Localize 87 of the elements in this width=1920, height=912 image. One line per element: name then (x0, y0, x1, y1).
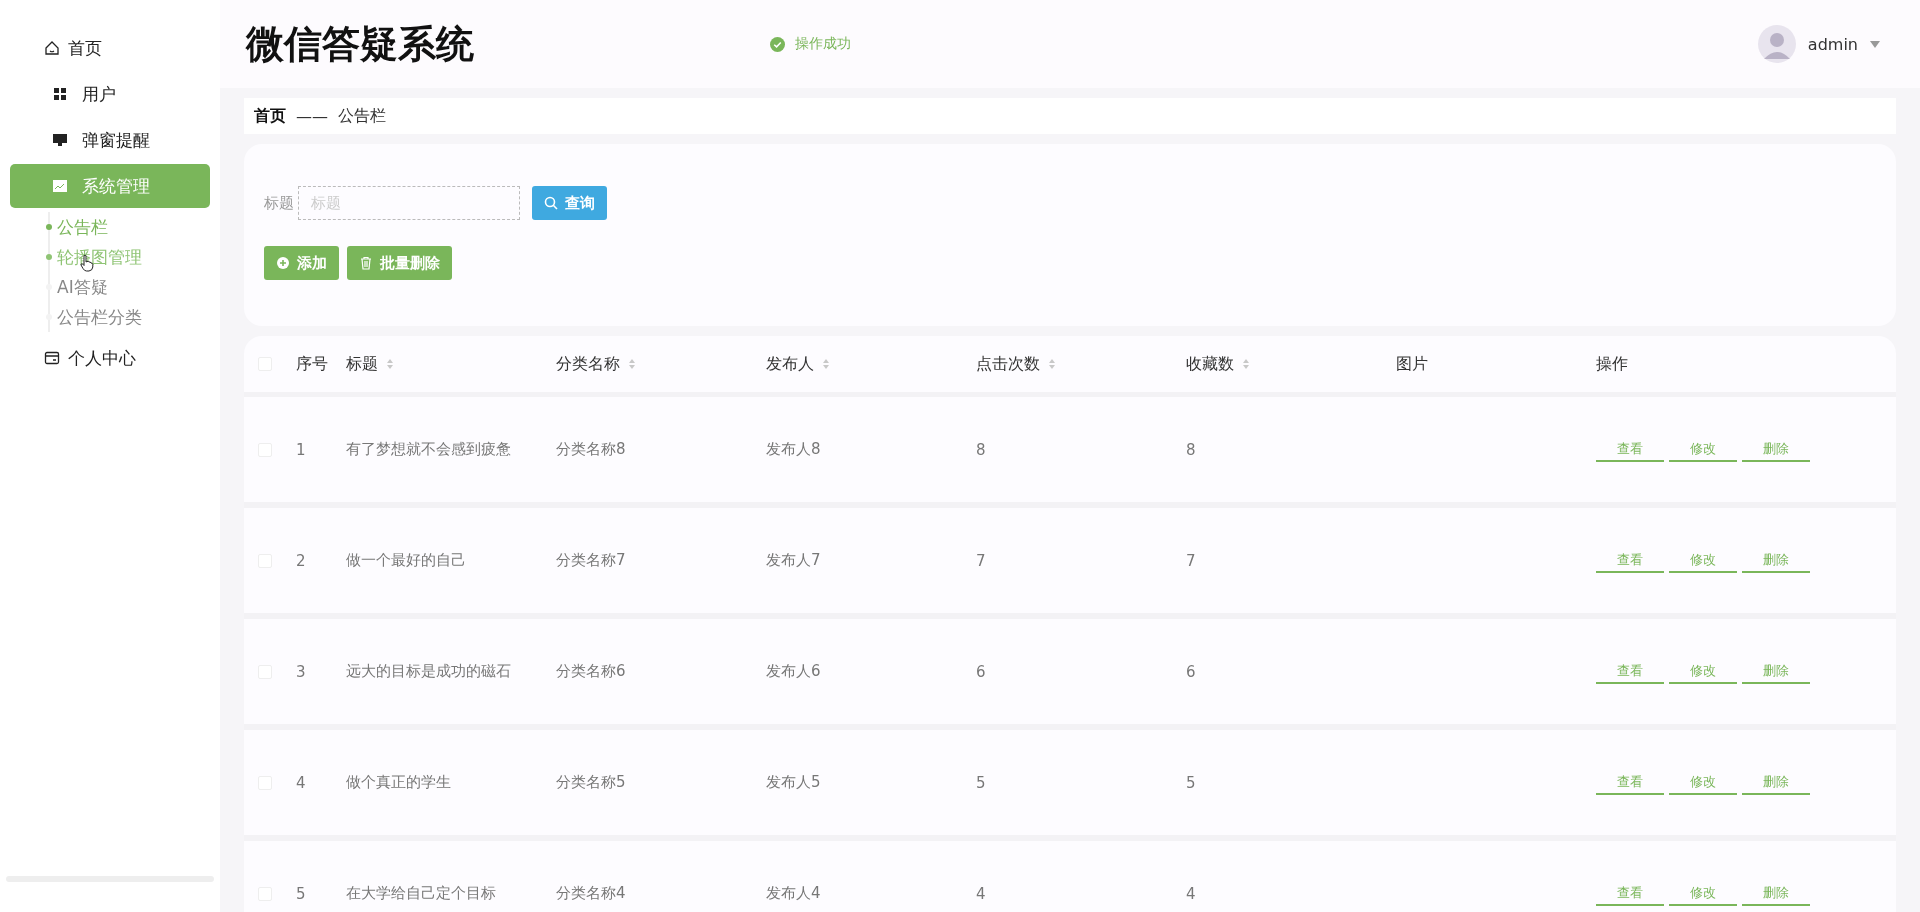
search-icon (544, 196, 558, 210)
table-cell: 5 (976, 773, 986, 792)
edit-button[interactable]: 修改 (1669, 659, 1737, 684)
table-cell: 远大的目标是成功的磁石 (346, 662, 511, 680)
table-cell: 8 (976, 440, 986, 459)
chart-icon (52, 178, 68, 194)
column-header: 图片 (1396, 353, 1428, 375)
column-header: 标题 (346, 353, 378, 375)
column-header: 收藏数 (1186, 353, 1234, 375)
table-cell: 发布人7 (766, 551, 821, 569)
view-button[interactable]: 查看 (1596, 548, 1664, 573)
breadcrumb-current: 公告栏 (338, 105, 386, 127)
delete-button[interactable]: 删除 (1742, 770, 1810, 795)
table-cell: 4 (296, 773, 306, 792)
field-label: 标题 (264, 193, 294, 213)
column-header: 点击次数 (976, 353, 1040, 375)
table-cell: 发布人8 (766, 440, 821, 458)
edit-button[interactable]: 修改 (1669, 770, 1737, 795)
breadcrumb-link[interactable]: 首页 (254, 105, 286, 127)
table-cell: 5 (296, 884, 306, 903)
table-cell: 做一个最好的自己 (346, 551, 466, 569)
table-cell: 6 (1186, 662, 1196, 681)
sort-icon[interactable] (1242, 358, 1250, 370)
submenu-item[interactable]: 公告栏 (46, 212, 108, 242)
table-cell: 发布人5 (766, 773, 821, 791)
avatar[interactable] (1757, 25, 1796, 63)
trash-icon (359, 256, 373, 270)
edit-button[interactable]: 修改 (1669, 881, 1737, 906)
table-cell: 分类名称5 (556, 773, 626, 791)
sidebar-item[interactable]: 弹窗提醒 (10, 118, 210, 162)
grid-icon (52, 86, 68, 102)
table-cell: 在大学给自己定个目标 (346, 884, 496, 902)
table-cell: 有了梦想就不会感到疲惫 (346, 440, 511, 458)
delete-button[interactable]: 删除 (1742, 881, 1810, 906)
table-cell: 7 (976, 551, 986, 570)
submenu-item[interactable]: 公告栏分类 (46, 302, 142, 332)
table-cell: 5 (1186, 773, 1196, 792)
table-cell: 分类名称8 (556, 440, 626, 458)
edit-button[interactable]: 修改 (1669, 548, 1737, 573)
caret-icon[interactable] (1870, 40, 1880, 48)
view-button[interactable]: 查看 (1596, 770, 1664, 795)
batch-delete-button[interactable]: 批量删除 (347, 246, 452, 280)
add-button[interactable]: 添加 (264, 246, 339, 280)
sidebar-item[interactable]: 系统管理 (10, 164, 210, 208)
sort-icon[interactable] (1048, 358, 1056, 370)
column-header: 序号 (296, 353, 328, 375)
card-icon (44, 350, 60, 366)
sort-icon[interactable] (628, 358, 636, 370)
table-cell: 发布人4 (766, 884, 821, 902)
sort-icon[interactable] (822, 358, 830, 370)
search-button[interactable]: 查询 (532, 186, 607, 220)
edit-button[interactable]: 修改 (1669, 437, 1737, 462)
table-cell: 做个真正的学生 (346, 773, 451, 791)
table-cell: 4 (976, 884, 986, 903)
sidebar-item[interactable]: 个人中心 (10, 336, 210, 380)
delete-button[interactable]: 删除 (1742, 548, 1810, 573)
plus-icon (276, 256, 290, 270)
submenu-item[interactable]: AI答疑 (46, 272, 108, 302)
sort-icon[interactable] (386, 358, 394, 370)
view-button[interactable]: 查看 (1596, 881, 1664, 906)
table-cell: 3 (296, 662, 306, 681)
column-header: 分类名称 (556, 353, 620, 375)
table-cell: 发布人6 (766, 662, 821, 680)
table-cell: 2 (296, 551, 306, 570)
view-button[interactable]: 查看 (1596, 437, 1664, 462)
table-cell: 1 (296, 440, 306, 459)
home-icon (44, 40, 60, 56)
table-cell: 8 (1186, 440, 1196, 459)
table-cell: 4 (1186, 884, 1196, 903)
delete-button[interactable]: 删除 (1742, 437, 1810, 462)
success-message: 操作成功 (795, 35, 851, 53)
table-cell: 7 (1186, 551, 1196, 570)
table-cell: 6 (976, 662, 986, 681)
username[interactable]: admin (1807, 34, 1858, 54)
sidebar-item[interactable]: 用户 (10, 72, 210, 116)
view-button[interactable]: 查看 (1596, 659, 1664, 684)
table-cell: 分类名称6 (556, 662, 626, 680)
app-title: 微信答疑系统 (246, 20, 475, 68)
column-header: 发布人 (766, 353, 814, 375)
table-cell: 分类名称7 (556, 551, 626, 569)
monitor-icon (52, 132, 68, 148)
sidebar-item[interactable]: 首页 (10, 26, 210, 70)
delete-button[interactable]: 删除 (1742, 659, 1810, 684)
table-cell: 分类名称4 (556, 884, 626, 902)
column-header: 操作 (1596, 353, 1628, 375)
check-icon (770, 36, 785, 52)
breadcrumb-separator: —— (296, 106, 328, 126)
